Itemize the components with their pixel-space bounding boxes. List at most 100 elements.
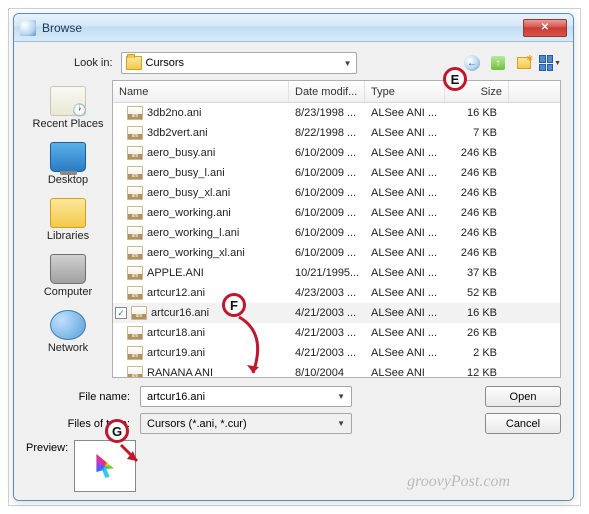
- up-arrow-icon: ↑: [491, 56, 505, 70]
- file-row[interactable]: ✓aero_working_l.ani6/10/2009 ...ALSee AN…: [113, 223, 560, 243]
- file-date: 10/21/1995...: [289, 267, 365, 279]
- file-name: 3db2vert.ani: [147, 127, 208, 139]
- file-size: 16 KB: [445, 107, 503, 119]
- file-name: aero_working_l.ani: [147, 227, 239, 239]
- file-size: 16 KB: [445, 307, 503, 319]
- file-type: ALSee ANI ...: [365, 187, 445, 199]
- chevron-down-icon: ▼: [344, 59, 352, 68]
- file-type: ALSee ANI ...: [365, 147, 445, 159]
- file-row[interactable]: ✓RANANA ANI8/10/2004ALSee ANI12 KB: [113, 363, 560, 378]
- place-recent[interactable]: Recent Places: [26, 84, 110, 132]
- places-bar: Recent Places Desktop Libraries Computer…: [26, 80, 110, 378]
- file-row[interactable]: ✓artcur16.ani4/21/2003 ...ALSee ANI ...1…: [113, 303, 560, 323]
- file-icon: [127, 246, 143, 260]
- file-type: ALSee ANI ...: [365, 327, 445, 339]
- file-type: ALSee ANI ...: [365, 227, 445, 239]
- file-icon: [127, 366, 143, 378]
- chevron-down-icon: ▼: [337, 392, 345, 401]
- file-size: 2 KB: [445, 347, 503, 359]
- file-icon: [127, 326, 143, 340]
- column-type[interactable]: Type: [365, 81, 445, 102]
- lookin-value: Cursors: [146, 57, 185, 69]
- file-type: ALSee ANI: [365, 367, 445, 378]
- file-date: 6/10/2009 ...: [289, 187, 365, 199]
- file-type: ALSee ANI ...: [365, 107, 445, 119]
- file-date: 8/10/2004: [289, 367, 365, 378]
- file-name: artcur18.ani: [147, 327, 205, 339]
- folder-icon: [126, 56, 142, 70]
- file-name: artcur19.ani: [147, 347, 205, 359]
- file-row[interactable]: ✓3db2vert.ani8/22/1998 ...ALSee ANI ...7…: [113, 123, 560, 143]
- new-folder-icon: [517, 57, 531, 69]
- view-menu-button[interactable]: ▼: [539, 52, 561, 74]
- file-row[interactable]: ✓aero_busy.ani6/10/2009 ...ALSee ANI ...…: [113, 143, 560, 163]
- file-type: ALSee ANI ...: [365, 267, 445, 279]
- browse-dialog: Browse ✕ Look in: Cursors ▼ ← ↑ ▼ Recent…: [13, 13, 574, 501]
- file-size: 52 KB: [445, 287, 503, 299]
- chevron-down-icon: ▼: [554, 60, 561, 67]
- file-name: APPLE.ANI: [147, 267, 204, 279]
- file-row[interactable]: ✓artcur19.ani4/21/2003 ...ALSee ANI ...2…: [113, 343, 560, 363]
- file-row[interactable]: ✓aero_busy_l.ani6/10/2009 ...ALSee ANI .…: [113, 163, 560, 183]
- preview-box: [74, 440, 136, 492]
- file-type: ALSee ANI ...: [365, 307, 445, 319]
- network-icon: [50, 310, 86, 340]
- file-size: 246 KB: [445, 227, 503, 239]
- open-button[interactable]: Open: [485, 386, 561, 407]
- file-size: 26 KB: [445, 327, 503, 339]
- place-network[interactable]: Network: [26, 308, 110, 356]
- cancel-button[interactable]: Cancel: [485, 413, 561, 434]
- file-row[interactable]: ✓3db2no.ani8/23/1998 ...ALSee ANI ...16 …: [113, 103, 560, 123]
- file-date: 8/23/1998 ...: [289, 107, 365, 119]
- file-icon: [127, 346, 143, 360]
- file-name: 3db2no.ani: [147, 107, 201, 119]
- column-date[interactable]: Date modif...: [289, 81, 365, 102]
- file-icon: [127, 226, 143, 240]
- file-size: 7 KB: [445, 127, 503, 139]
- lookin-combo[interactable]: Cursors ▼: [121, 52, 357, 74]
- place-computer[interactable]: Computer: [26, 252, 110, 300]
- new-folder-button[interactable]: [513, 52, 535, 74]
- app-icon: [20, 20, 36, 36]
- file-row[interactable]: ✓aero_busy_xl.ani6/10/2009 ...ALSee ANI …: [113, 183, 560, 203]
- lookin-label: Look in:: [74, 57, 113, 69]
- file-icon: [127, 146, 143, 160]
- file-date: 6/10/2009 ...: [289, 207, 365, 219]
- filename-input[interactable]: artcur16.ani ▼: [140, 386, 352, 407]
- file-row[interactable]: ✓APPLE.ANI10/21/1995...ALSee ANI ...37 K…: [113, 263, 560, 283]
- column-name[interactable]: Name: [113, 81, 289, 102]
- file-date: 4/21/2003 ...: [289, 307, 365, 319]
- place-desktop[interactable]: Desktop: [26, 140, 110, 188]
- filetype-value: Cursors (*.ani, *.cur): [147, 418, 247, 430]
- filename-value: artcur16.ani: [147, 391, 205, 403]
- file-row[interactable]: ✓aero_working.ani6/10/2009 ...ALSee ANI …: [113, 203, 560, 223]
- file-date: 8/22/1998 ...: [289, 127, 365, 139]
- file-type: ALSee ANI ...: [365, 207, 445, 219]
- back-icon: ←: [464, 55, 480, 71]
- file-name: aero_working_xl.ani: [147, 247, 245, 259]
- file-icon: [127, 286, 143, 300]
- back-button[interactable]: ←: [461, 52, 483, 74]
- file-name: aero_working.ani: [147, 207, 231, 219]
- file-list: Name Date modif... Type Size ✓ 3db2no.ani…: [112, 80, 561, 378]
- file-name: aero_busy_l.ani: [147, 167, 225, 179]
- column-size[interactable]: Size: [445, 81, 509, 102]
- file-date: 4/23/2003 ...: [289, 287, 365, 299]
- file-row[interactable]: ✓aero_working_xl.ani6/10/2009 ...ALSee A…: [113, 243, 560, 263]
- file-date: 6/10/2009 ...: [289, 227, 365, 239]
- file-name: RANANA ANI: [147, 367, 213, 378]
- file-row[interactable]: ✓artcur12.ani4/23/2003 ...ALSee ANI ...5…: [113, 283, 560, 303]
- place-libraries[interactable]: Libraries: [26, 196, 110, 244]
- close-button[interactable]: ✕: [523, 19, 567, 37]
- file-row[interactable]: ✓artcur18.ani4/21/2003 ...ALSee ANI ...2…: [113, 323, 560, 343]
- filename-label: File name:: [26, 391, 132, 403]
- desktop-icon: [50, 142, 86, 172]
- file-type: ALSee ANI ...: [365, 287, 445, 299]
- filetype-combo[interactable]: Cursors (*.ani, *.cur) ▼: [140, 413, 352, 434]
- window-title: Browse: [42, 21, 523, 35]
- file-name: artcur12.ani: [147, 287, 205, 299]
- column-headers: Name Date modif... Type Size: [113, 81, 560, 103]
- up-button[interactable]: ↑: [487, 52, 509, 74]
- checkbox-icon[interactable]: ✓: [115, 307, 127, 319]
- file-icon: [131, 306, 147, 320]
